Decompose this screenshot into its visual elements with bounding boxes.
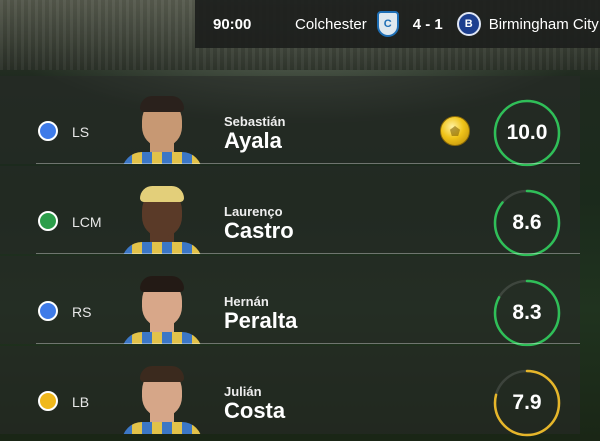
player-row[interactable]: LS Sebastián Ayala 10.0: [0, 76, 580, 167]
player-rating: 7.9: [493, 369, 561, 437]
player-portrait: [122, 184, 202, 254]
player-rating: 8.3: [493, 279, 561, 347]
row-divider: [36, 343, 580, 344]
player-first-name: Laurenço: [224, 204, 283, 219]
player-position: RS: [72, 304, 92, 320]
golden-ball-icon: [440, 116, 470, 146]
match-scorebar: 90:00 Colchester C 4 - 1 B Birmingham Ci…: [195, 0, 600, 48]
row-divider: [36, 253, 580, 254]
player-last-name: Peralta: [224, 308, 298, 333]
row-divider: [36, 163, 580, 164]
player-ratings-list: LS Sebastián Ayala 10.0 LCM Laurenço Cas…: [0, 76, 580, 441]
player-last-name: Ayala: [224, 128, 282, 153]
match-score: 4 - 1: [412, 15, 443, 33]
player-rating: 8.6: [493, 189, 561, 257]
player-last-name: Costa: [224, 398, 286, 423]
player-row[interactable]: LCM Laurenço Castro 8.6: [0, 166, 580, 257]
position-color-dot: [38, 121, 58, 141]
match-clock: 90:00: [213, 15, 252, 33]
position-color-dot: [38, 301, 58, 321]
player-portrait: [122, 274, 202, 344]
player-rating-value: 8.6: [512, 211, 542, 234]
player-last-name: Castro: [224, 218, 294, 243]
player-first-name: Hernán: [224, 294, 269, 309]
birmingham-crest-icon: B: [456, 12, 481, 36]
player-portrait: [122, 94, 202, 164]
player-row[interactable]: LB Julián Costa 7.9: [0, 346, 580, 437]
player-portrait: [122, 364, 202, 434]
player-rating: 10.0: [493, 99, 561, 167]
position-color-dot: [38, 211, 58, 231]
away-team-name: Birmingham City: [488, 15, 599, 33]
position-color-dot: [38, 391, 58, 411]
player-first-name: Julián: [224, 384, 262, 399]
player-rating-value: 10.0: [506, 121, 548, 144]
player-rating-value: 8.3: [512, 301, 542, 324]
player-position: LS: [72, 124, 90, 140]
player-position: LCM: [72, 214, 102, 230]
player-first-name: Sebastián: [224, 114, 286, 129]
colchester-crest-icon: C: [376, 11, 399, 37]
player-position: LB: [72, 394, 90, 410]
player-rating-value: 7.9: [512, 391, 542, 414]
player-row[interactable]: RS Hernán Peralta 8.3: [0, 256, 580, 347]
home-team-name: Colchester: [295, 15, 367, 33]
